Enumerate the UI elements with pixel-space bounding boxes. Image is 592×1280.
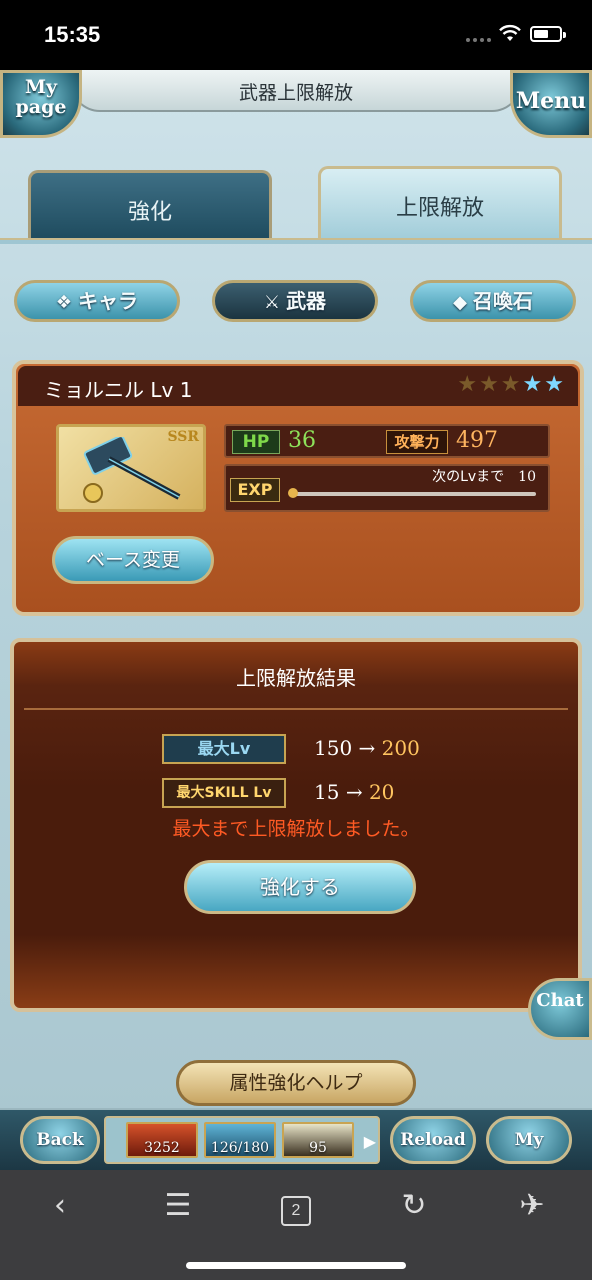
arrow-icon: → bbox=[358, 736, 376, 760]
exp-box: EXP 次のLvまで 10 bbox=[224, 464, 550, 512]
rarity-stars: ★★★★★ bbox=[457, 372, 566, 397]
next-level-info: 次のLvまで 10 bbox=[432, 466, 536, 486]
base-change-button[interactable]: ベース変更 bbox=[52, 536, 214, 584]
browser-toolbar: ‹ ☰ 2 ↻ ✈ bbox=[0, 1170, 592, 1280]
item-slot[interactable]: 3252 bbox=[126, 1122, 198, 1158]
max-level-to: 200 bbox=[381, 736, 420, 760]
enhance-button[interactable]: 強化する bbox=[184, 860, 416, 914]
category-summon-label: 召喚石 bbox=[472, 289, 533, 313]
exp-bar bbox=[292, 492, 536, 496]
tab-enhance[interactable]: 強化 bbox=[28, 170, 272, 240]
category-weapon-button[interactable]: ⚔ 武器 bbox=[212, 280, 378, 322]
star-icon: ★ bbox=[544, 372, 566, 397]
signal-icon bbox=[466, 38, 492, 42]
browser-reload-icon[interactable]: ↻ bbox=[392, 1184, 436, 1228]
my-page-button[interactable]: My page bbox=[0, 70, 82, 138]
category-weapon-label: 武器 bbox=[286, 289, 327, 313]
weapon-thumbnail[interactable]: SSR bbox=[56, 424, 206, 512]
star-icon: ★ bbox=[457, 372, 480, 397]
reload-button[interactable]: Reload bbox=[390, 1116, 476, 1164]
max-level-label: 最大Lv bbox=[162, 734, 286, 764]
category-summon-button[interactable]: ◆ 召喚石 bbox=[410, 280, 576, 322]
header-bar: 武器上限解放 bbox=[70, 70, 522, 112]
max-skill-level-from: 15 bbox=[314, 780, 340, 804]
swords-icon: ⚔ bbox=[263, 292, 281, 313]
max-level-from: 150 bbox=[314, 736, 353, 760]
exp-knob bbox=[288, 488, 298, 498]
item-count: 95 bbox=[309, 1140, 327, 1156]
battery-icon bbox=[530, 26, 566, 42]
tabs-button[interactable]: 2 bbox=[274, 1184, 318, 1228]
stats-box: HP 36 攻撃力 497 bbox=[224, 424, 550, 458]
max-skill-level-to: 20 bbox=[368, 780, 395, 804]
tab-count: 2 bbox=[281, 1196, 311, 1226]
next-level-value: 10 bbox=[518, 469, 536, 485]
rocket-icon[interactable]: ✈ bbox=[510, 1184, 554, 1228]
item-count: 3252 bbox=[144, 1140, 180, 1156]
back-button[interactable]: Back bbox=[20, 1116, 100, 1164]
bottom-my-page-button[interactable]: My page bbox=[486, 1116, 572, 1164]
chevron-right-icon[interactable]: ▶ bbox=[364, 1132, 376, 1151]
home-indicator[interactable] bbox=[186, 1262, 406, 1269]
result-panel: 上限解放結果 最大Lv 150 → 200 最大SKILL Lv 15 → 20… bbox=[10, 638, 582, 1012]
weapon-name-bar: ミョルニル Lv 1 ★★★★★ bbox=[18, 366, 578, 406]
tab-limit-break[interactable]: 上限解放 bbox=[318, 166, 562, 242]
attack-label: 攻撃力 bbox=[386, 430, 448, 454]
weapon-name: ミョルニル Lv 1 bbox=[44, 378, 193, 402]
hp-label: HP bbox=[232, 430, 280, 454]
item-count: 126/180 bbox=[210, 1140, 270, 1156]
star-icon: ★ bbox=[500, 372, 523, 397]
item-strip: 3252 126/180 95 ▶ bbox=[104, 1116, 380, 1164]
page-title: 武器上限解放 bbox=[238, 82, 353, 104]
wifi-icon bbox=[499, 24, 521, 41]
result-title: 上限解放結果 bbox=[236, 666, 356, 690]
max-skill-level-label: 最大SKILL Lv bbox=[162, 778, 286, 808]
weapon-panel: ミョルニル Lv 1 ★★★★★ SSR HP 36 攻撃力 497 EXP 次… bbox=[12, 360, 584, 616]
chara-icon: ❖ bbox=[55, 292, 73, 313]
limit-break-message: 最大まで上限解放しました。 bbox=[172, 818, 420, 840]
exp-label: EXP bbox=[230, 478, 280, 502]
element-help-button[interactable]: 属性強化ヘルプ bbox=[176, 1060, 416, 1106]
item-slot[interactable]: 95 bbox=[282, 1122, 354, 1158]
hammer-icon bbox=[83, 437, 181, 503]
hamburger-menu-icon[interactable]: ☰ bbox=[156, 1184, 200, 1228]
chat-button[interactable]: Chat bbox=[528, 978, 592, 1040]
crystal-icon: ◆ bbox=[453, 292, 467, 313]
category-chara-button[interactable]: ❖ キャラ bbox=[14, 280, 180, 322]
star-icon: ★ bbox=[479, 372, 501, 397]
game-screen: 武器上限解放 My page Menu 強化 上限解放 ❖ キャラ ⚔ 武器 ◆ 召喚… bbox=[0, 70, 592, 1170]
item-slot[interactable]: 126/180 bbox=[204, 1122, 276, 1158]
hp-value: 36 bbox=[288, 428, 316, 453]
result-divider bbox=[24, 708, 568, 710]
category-chara-label: キャラ bbox=[78, 289, 139, 313]
star-icon: ★ bbox=[522, 372, 545, 397]
max-skill-level-values: 15 → 20 bbox=[314, 780, 394, 804]
browser-back-icon[interactable]: ‹ bbox=[38, 1184, 82, 1228]
status-time: 15:35 bbox=[44, 22, 101, 47]
max-level-values: 150 → 200 bbox=[314, 736, 420, 760]
next-level-label: 次のLvまで bbox=[432, 469, 505, 485]
attack-value: 497 bbox=[456, 428, 498, 453]
menu-button[interactable]: Menu bbox=[510, 70, 592, 138]
ssr-badge: SSR bbox=[167, 429, 199, 445]
status-bar: 15:35 bbox=[0, 0, 592, 70]
game-bottom-bar: Back 3252 126/180 95 ▶ Reload My page bbox=[0, 1108, 592, 1170]
arrow-icon: → bbox=[345, 780, 363, 804]
tab-divider bbox=[0, 238, 592, 244]
